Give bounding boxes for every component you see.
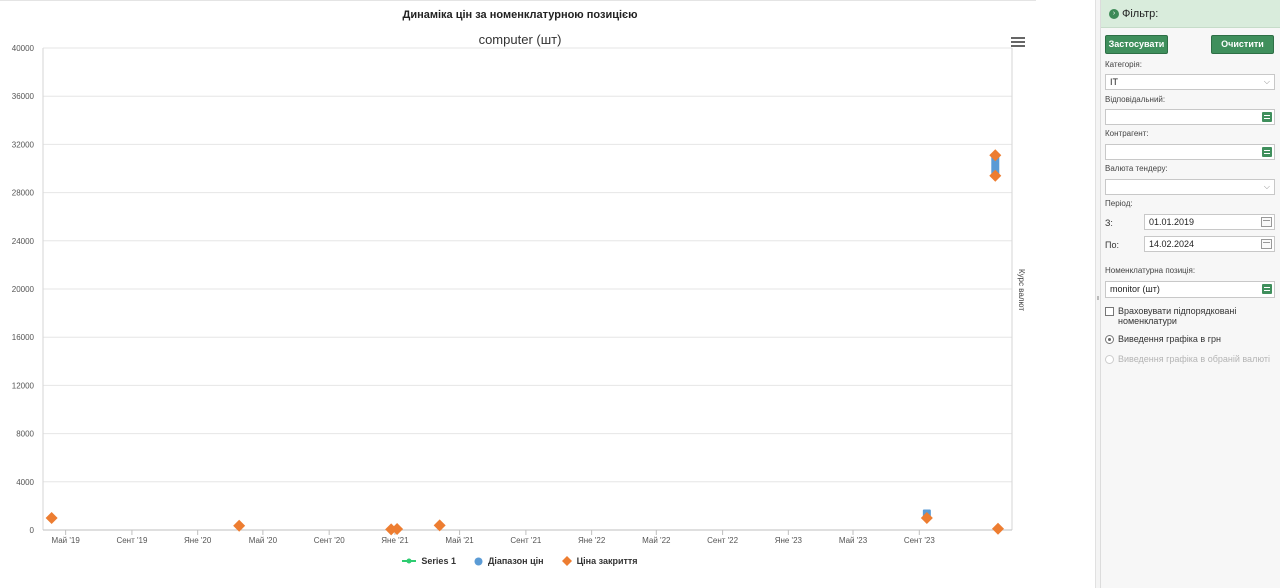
right-axis-label: Курс валют [1017, 269, 1026, 311]
y-tick-label: 40000 [12, 44, 35, 53]
from-date-input[interactable]: 01.01.2019 [1144, 214, 1275, 230]
chart-legend: Series 1 Діапазон цін Ціна закриття [0, 556, 1040, 566]
filter-header[interactable]: › Фільтр: [1101, 0, 1280, 28]
radio-uah[interactable] [1105, 335, 1114, 344]
x-tick-label: Май '20 [249, 536, 278, 545]
legend-label: Ціна закриття [576, 556, 638, 566]
list-picker-icon[interactable] [1262, 284, 1272, 294]
x-tick-label: Сент '20 [314, 536, 346, 545]
calendar-icon[interactable] [1261, 217, 1272, 227]
item-label: Номенклатурна позиція: [1105, 266, 1196, 275]
close-price-point [45, 511, 58, 524]
currency-label: Валюта тендеру: [1105, 164, 1168, 173]
x-tick-label: Май '19 [51, 536, 80, 545]
x-tick-label: Сент '23 [904, 536, 936, 545]
x-tick-label: Сент '21 [510, 536, 542, 545]
include-sub-checkbox[interactable] [1105, 307, 1114, 316]
item-value: monitor (шт) [1110, 284, 1160, 294]
legend-item-close-price[interactable]: Ціна закриття [561, 556, 638, 566]
x-tick-label: Яне '20 [184, 536, 212, 545]
close-price-point [989, 169, 1002, 182]
x-tick-label: Май '21 [445, 536, 474, 545]
legend-item-series-1[interactable]: Series 1 [402, 556, 456, 566]
close-price-point [989, 149, 1002, 162]
y-tick-label: 24000 [12, 237, 35, 246]
category-select[interactable]: IT ⌵ [1105, 74, 1275, 90]
from-label: З: [1105, 218, 1113, 228]
price-chart: computer (шт) 0 4000 8000 12000 16000 20000 240… [12, 32, 1026, 545]
to-date-value: 14.02.2024 [1149, 239, 1195, 249]
radio-currency [1105, 355, 1114, 364]
y-tick-label: 16000 [12, 333, 35, 342]
from-date-value: 01.01.2019 [1149, 217, 1195, 227]
category-label: Категорія: [1105, 60, 1142, 69]
counterparty-label: Контрагент: [1105, 129, 1149, 138]
y-tick-label: 12000 [12, 381, 35, 390]
y-tick-label: 0 [30, 526, 35, 535]
include-sub-label: Враховувати підпорядковані номенклатури [1118, 306, 1237, 326]
x-tick-label: Май '22 [642, 536, 671, 545]
chevron-down-icon: ⌵ [1263, 182, 1270, 191]
x-tick-label: Сент '22 [707, 536, 739, 545]
x-tick-label: Сент '19 [116, 536, 148, 545]
line-marker-icon [402, 558, 417, 564]
period-label: Період: [1105, 199, 1133, 208]
chart-area: Динаміка цін за номенклатурною позицією … [0, 0, 1096, 588]
to-label: По: [1105, 240, 1119, 250]
apply-button[interactable]: Застосувати [1105, 35, 1168, 54]
list-picker-icon[interactable] [1262, 112, 1272, 122]
currency-select[interactable]: ⌵ [1105, 179, 1275, 195]
list-picker-icon[interactable] [1262, 147, 1272, 157]
radio-uah-row[interactable]: Виведення графіка в грн [1105, 334, 1277, 344]
calendar-icon[interactable] [1261, 239, 1272, 249]
circle-marker-icon [474, 557, 483, 565]
radio-currency-row: Виведення графіка в обраній валюті [1105, 354, 1277, 364]
x-tick-label: Яне '22 [578, 536, 606, 545]
legend-label: Series 1 [421, 556, 456, 566]
chart-title: computer (шт) [479, 32, 562, 47]
chart-menu-icon[interactable] [1011, 37, 1025, 49]
y-tick-label: 8000 [16, 430, 34, 439]
item-field[interactable]: monitor (шт) [1105, 281, 1275, 298]
legend-item-price-range[interactable]: Діапазон цін [474, 556, 544, 566]
chevron-down-icon: ⌵ [1263, 77, 1270, 86]
include-sub-checkbox-row[interactable]: Враховувати підпорядковані номенклатури [1105, 306, 1277, 326]
x-tick-label: Май '23 [839, 536, 868, 545]
y-tick-label: 4000 [16, 478, 34, 487]
radio-uah-label: Виведення графіка в грн [1118, 334, 1221, 344]
y-tick-label: 32000 [12, 140, 35, 149]
responsible-label: Відповідальний: [1105, 95, 1166, 104]
responsible-field[interactable] [1105, 109, 1275, 125]
y-tick-label: 28000 [12, 189, 35, 198]
diamond-marker-icon [561, 556, 572, 566]
x-tick-label: Яне '21 [381, 536, 409, 545]
counterparty-field[interactable] [1105, 144, 1275, 160]
radio-currency-label: Виведення графіка в обраній валюті [1118, 354, 1270, 364]
category-value: IT [1110, 77, 1118, 87]
x-tick-label: Яне '23 [775, 536, 803, 545]
y-tick-label: 36000 [12, 92, 35, 101]
filter-panel: › Фільтр: Застосувати Очистити Категорія… [1100, 0, 1280, 588]
chevron-right-icon: › [1109, 8, 1119, 19]
to-date-input[interactable]: 14.02.2024 [1144, 236, 1275, 252]
close-price-point [920, 511, 933, 524]
filter-title: Фільтр: [1122, 7, 1159, 20]
y-tick-label: 20000 [12, 285, 35, 294]
close-price-point [991, 522, 1004, 535]
clear-button[interactable]: Очистити [1211, 35, 1274, 54]
legend-label: Діапазон цін [487, 556, 544, 566]
